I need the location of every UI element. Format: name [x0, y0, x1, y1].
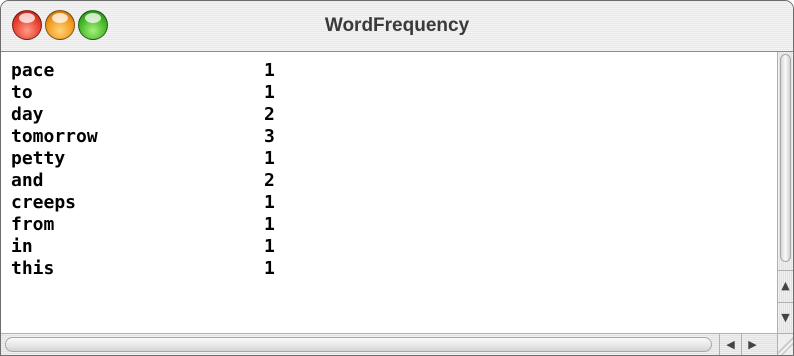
list-item: in 1 [11, 236, 304, 258]
count-cell: 1 [264, 258, 275, 279]
count-cell: 1 [264, 60, 275, 81]
horizontal-scroll-thumb[interactable] [5, 337, 712, 352]
title-bar[interactable]: WordFrequency [1, 1, 793, 52]
word-cell: to [11, 82, 33, 103]
text-area[interactable]: pace 1 to 1 day 2 tomorrow 3 petty 1 and… [1, 52, 778, 334]
count-cell: 1 [264, 148, 275, 169]
list-item: petty 1 [11, 148, 304, 170]
horizontal-scrollbar[interactable]: ◀ ▶ [1, 333, 778, 355]
list-item: this 1 [11, 258, 304, 280]
up-arrow-icon[interactable]: ▲ [778, 270, 793, 301]
word-frequency-window: WordFrequency pace 1 to 1 day 2 tomorrow… [0, 0, 794, 356]
count-cell: 1 [264, 192, 275, 213]
list-item: creeps 1 [11, 192, 304, 214]
word-cell: creeps [11, 192, 77, 213]
word-cell: tomorrow [11, 126, 98, 147]
resize-grip-icon[interactable] [777, 333, 793, 355]
word-cell: petty [11, 148, 66, 169]
word-cell: pace [11, 60, 55, 81]
vertical-scroll-thumb[interactable] [780, 54, 791, 262]
word-cell: day [11, 104, 44, 125]
word-cell: from [11, 214, 55, 235]
list-item: from 1 [11, 214, 304, 236]
vertical-scrollbar[interactable]: ▲ ▼ [777, 52, 793, 334]
word-cell: and [11, 170, 44, 191]
list-item: and 2 [11, 170, 304, 192]
list-item: tomorrow 3 [11, 126, 304, 148]
count-cell: 2 [264, 104, 275, 125]
word-cell: this [11, 258, 55, 279]
down-arrow-icon[interactable]: ▼ [778, 302, 793, 333]
count-cell: 1 [264, 236, 275, 257]
window-title: WordFrequency [324, 15, 470, 36]
left-arrow-icon[interactable]: ◀ [719, 334, 741, 355]
list-item: day 2 [11, 104, 304, 126]
count-cell: 1 [264, 82, 275, 103]
count-cell: 1 [264, 214, 275, 235]
count-cell: 2 [264, 170, 275, 191]
word-cell: in [11, 236, 33, 257]
word-list: pace 1 to 1 day 2 tomorrow 3 petty 1 and… [11, 60, 304, 280]
right-arrow-icon[interactable]: ▶ [741, 334, 763, 355]
count-cell: 3 [264, 126, 275, 147]
list-item: to 1 [11, 82, 304, 104]
list-item: pace 1 [11, 60, 304, 82]
